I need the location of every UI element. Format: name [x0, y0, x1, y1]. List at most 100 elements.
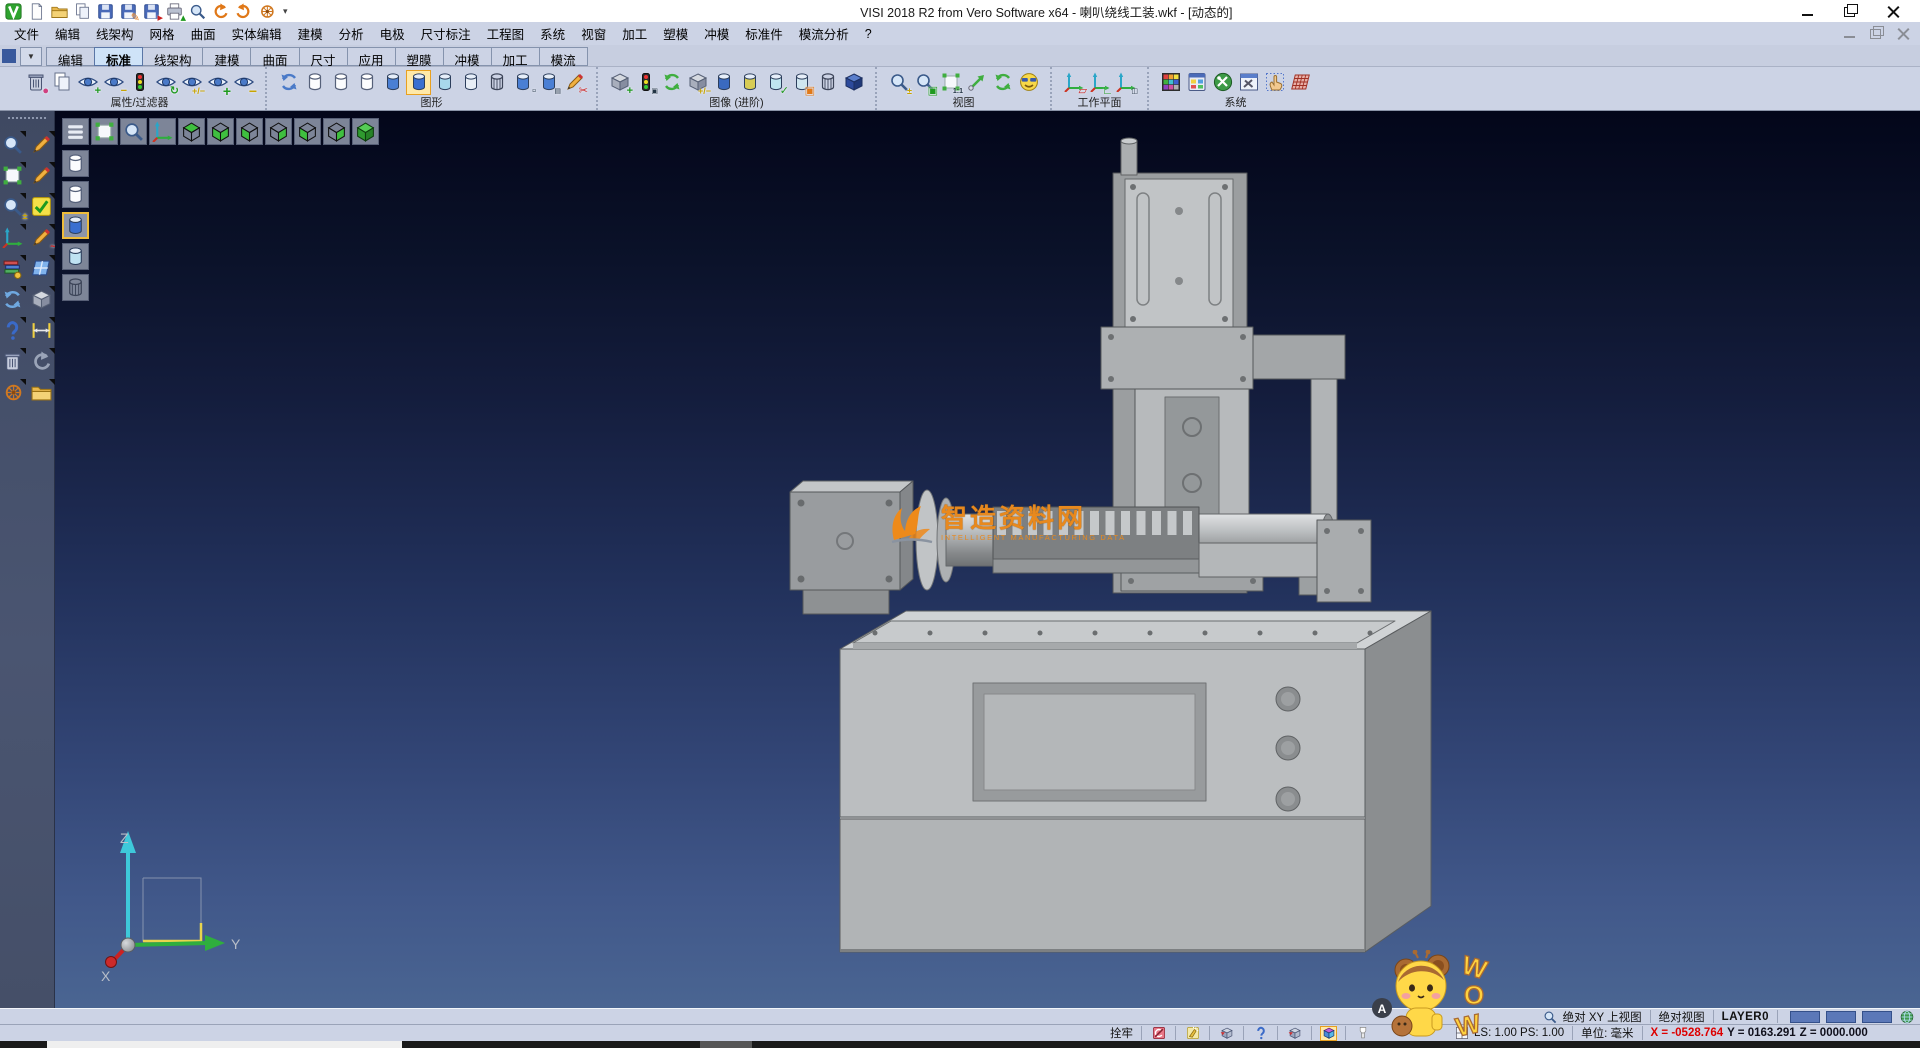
view-back-icon[interactable]	[323, 118, 350, 145]
package-insert-icon[interactable]	[1286, 1026, 1303, 1041]
workplane-xy-icon[interactable]: ▱	[1061, 70, 1086, 95]
color-swatch-3[interactable]	[1862, 1011, 1892, 1023]
3d-viewport[interactable]: Z Y X 智造资料网 INTELLIGENT MANUFACTURING DA…	[55, 111, 1920, 1008]
export-folder-icon[interactable]	[29, 379, 55, 405]
repeat-icon[interactable]	[256, 2, 276, 21]
menu-mesh[interactable]: 网格	[142, 22, 183, 45]
color-palette-icon[interactable]	[1158, 70, 1183, 95]
export-icon[interactable]: ▸	[141, 2, 161, 21]
view-iso-icon[interactable]	[352, 118, 379, 145]
axes-triad-icon[interactable]	[149, 118, 176, 145]
3d-scene[interactable]	[55, 111, 1920, 1008]
tab-flow[interactable]: 模流	[539, 47, 588, 66]
regen-graphics-icon[interactable]	[276, 70, 301, 95]
view-right-icon[interactable]	[265, 118, 292, 145]
context-question-icon[interactable]	[1252, 1026, 1269, 1041]
zoom-in-out-icon[interactable]: ±	[886, 70, 911, 95]
view-bottom-icon[interactable]	[207, 118, 234, 145]
grid-window-icon[interactable]	[1453, 1026, 1470, 1041]
active-layer-status[interactable]: LAYER0	[1720, 1011, 1771, 1023]
cylinder-material-icon[interactable]: ▣	[789, 70, 814, 95]
tab-machining[interactable]: 加工	[491, 47, 540, 66]
cylinder-striped-icon[interactable]	[737, 70, 762, 95]
ghost-view-icon[interactable]	[432, 70, 457, 95]
dashed-hidden-view-icon[interactable]	[354, 70, 379, 95]
regenerate-icon[interactable]	[0, 286, 26, 312]
grid-panel-icon[interactable]	[29, 255, 55, 281]
panel-buttons[interactable]	[1276, 687, 1300, 811]
style-ghost-icon[interactable]	[62, 243, 89, 270]
hide-all-icon[interactable]: −	[231, 70, 256, 95]
settings-window-icon[interactable]	[1184, 70, 1209, 95]
attribute-paint-icon[interactable]: ●	[23, 70, 48, 95]
tab-dropdown-icon[interactable]: ▼	[20, 47, 42, 66]
attribute-copy-icon[interactable]	[49, 70, 74, 95]
erase-sketch-icon[interactable]	[29, 131, 55, 157]
show-all-icon[interactable]: +	[205, 70, 230, 95]
render-toggle-icon[interactable]: +/−	[685, 70, 710, 95]
zoom-extents-icon[interactable]	[91, 118, 118, 145]
mdi-restore-icon[interactable]	[1870, 28, 1883, 39]
mdi-close-icon[interactable]	[1897, 28, 1910, 39]
view-refresh-icon[interactable]	[990, 70, 1015, 95]
menu-surface[interactable]: 曲面	[183, 22, 224, 45]
tab-die[interactable]: 冲模	[443, 47, 492, 66]
menu-help[interactable]: ?	[857, 25, 880, 43]
workplane-edit-icon[interactable]: ∟	[1087, 70, 1112, 95]
solid-box-view-icon[interactable]: ▫	[510, 70, 535, 95]
zoom-extents-arrow-icon[interactable]	[964, 70, 989, 95]
color-swatch-2[interactable]	[1826, 1011, 1856, 1023]
import-file-icon[interactable]	[72, 2, 92, 21]
world-globe-icon[interactable]	[1898, 1009, 1915, 1024]
solid-cube-icon[interactable]	[29, 286, 55, 312]
window-tools-icon[interactable]	[1236, 70, 1261, 95]
selection-frame-icon[interactable]	[0, 162, 26, 188]
menu-wireframe[interactable]: 线架构	[88, 22, 142, 45]
show-add-icon[interactable]: +	[75, 70, 100, 95]
context-help-icon[interactable]	[0, 317, 26, 343]
view-lock-status[interactable]: 绝对 XY 上视图	[1561, 1009, 1644, 1025]
quick-access-dropdown-icon[interactable]: ▾	[279, 6, 292, 17]
render-refresh-icon[interactable]	[659, 70, 684, 95]
zoom-actual-icon[interactable]: 1:1	[938, 70, 963, 95]
menu-mold[interactable]: 塑模	[655, 22, 696, 45]
render-filter-icon[interactable]: ▣	[633, 70, 658, 95]
lamp-icon[interactable]	[1354, 1026, 1371, 1041]
edit-curve-icon[interactable]: ~	[29, 224, 55, 250]
dark-cube-render-icon[interactable]	[841, 70, 866, 95]
status-search-icon[interactable]	[1542, 1009, 1559, 1024]
view-front-icon[interactable]	[294, 118, 321, 145]
move-axes-icon[interactable]	[0, 224, 26, 250]
new-file-icon[interactable]	[26, 2, 46, 21]
menu-edit[interactable]: 编辑	[47, 22, 88, 45]
hidden-line-view-icon[interactable]	[328, 70, 353, 95]
confirm-check-icon[interactable]	[29, 193, 55, 219]
show-toggle-icon[interactable]: +/−	[179, 70, 204, 95]
sketch-curve-icon[interactable]	[29, 162, 55, 188]
system-tools-icon[interactable]	[1210, 70, 1235, 95]
menu-standard-parts[interactable]: 标准件	[737, 22, 791, 45]
add-render-icon[interactable]: +	[607, 70, 632, 95]
cylinder-wire-icon[interactable]	[815, 70, 840, 95]
mdi-minimize-icon[interactable]	[1843, 28, 1856, 39]
flat-view-icon[interactable]	[458, 70, 483, 95]
visibility-refresh-icon[interactable]: ↻	[153, 70, 178, 95]
color-swatch-1[interactable]	[1790, 1011, 1820, 1023]
save-icon[interactable]	[95, 2, 115, 21]
menu-dimension[interactable]: 尺寸标注	[413, 22, 479, 45]
mesh-view-icon[interactable]	[484, 70, 509, 95]
show-remove-icon[interactable]: −	[101, 70, 126, 95]
view-menu-icon[interactable]	[62, 118, 89, 145]
zoom-element-icon[interactable]: ±	[0, 193, 26, 219]
visi-logo-icon[interactable]	[3, 2, 23, 21]
menu-drawing[interactable]: 工程图	[479, 22, 533, 45]
section-tools-icon[interactable]: ✂	[562, 70, 587, 95]
tab-dimension[interactable]: 尺寸	[299, 47, 348, 66]
style-mesh-icon[interactable]	[62, 274, 89, 301]
zoom-window-icon[interactable]: ▣	[912, 70, 937, 95]
print-icon[interactable]: ▴	[164, 2, 184, 21]
sidebar-drag-handle[interactable]	[8, 117, 46, 123]
ucs-cube-icon[interactable]	[1320, 1026, 1337, 1041]
view-top-icon[interactable]	[178, 118, 205, 145]
menu-electrode[interactable]: 电极	[372, 22, 413, 45]
